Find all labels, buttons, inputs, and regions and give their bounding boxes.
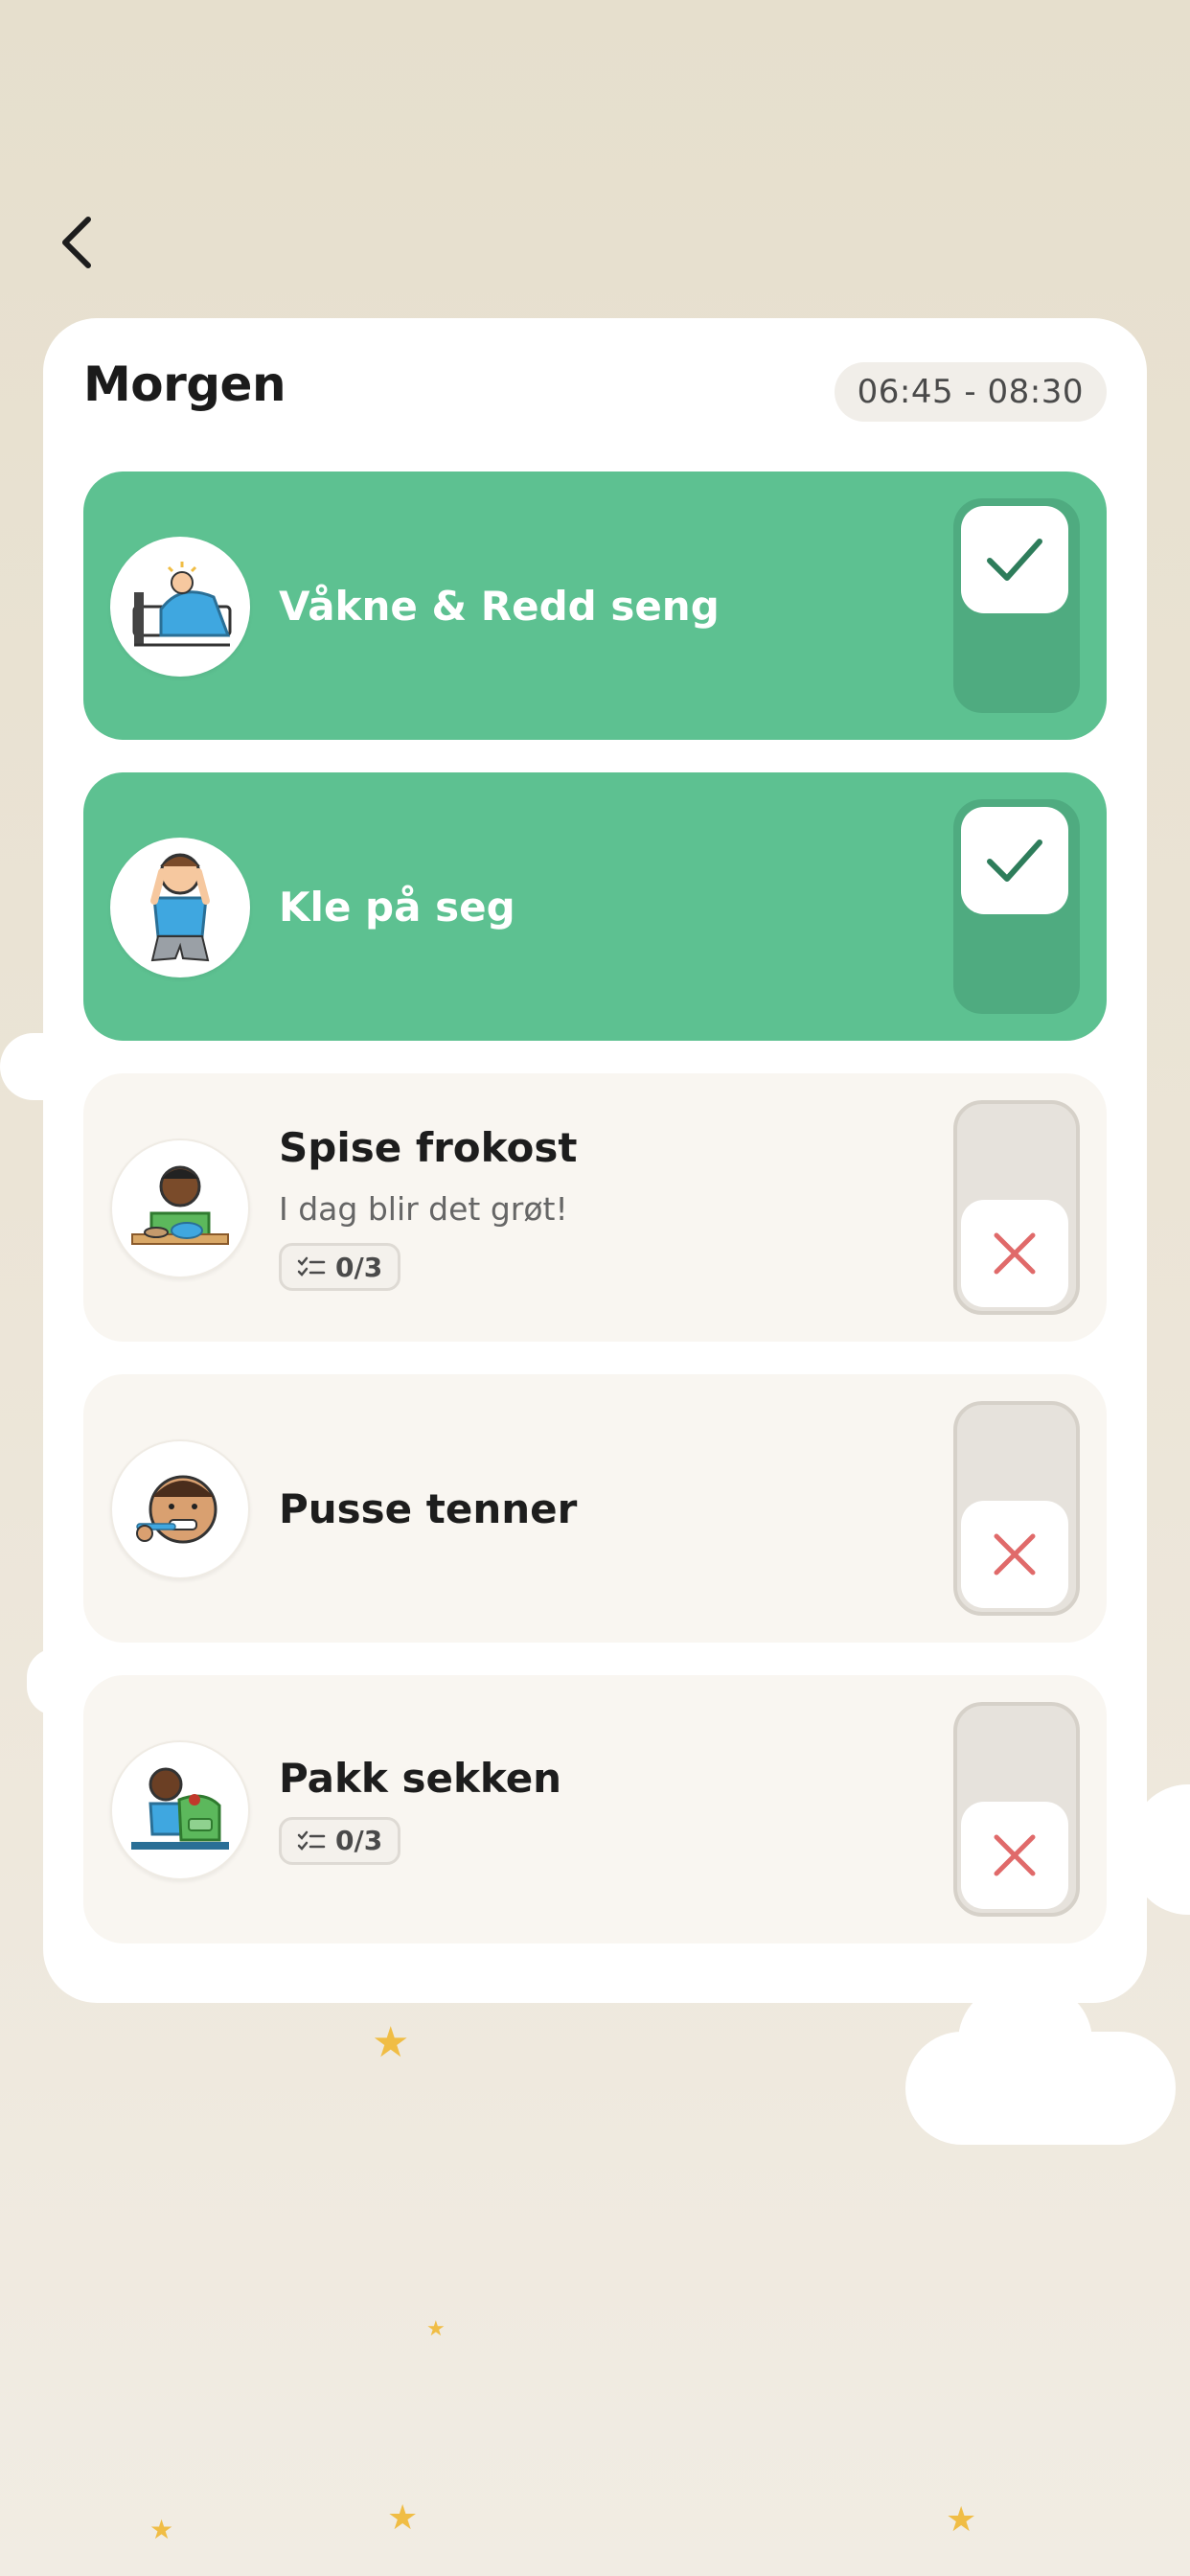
subtask-progress-chip[interactable]: 0/3 <box>279 1816 401 1865</box>
task-complete-toggle[interactable] <box>953 498 1080 713</box>
subtask-progress-text: 0/3 <box>335 1825 383 1856</box>
task-complete-toggle[interactable] <box>953 1702 1080 1917</box>
subtask-progress-text: 0/3 <box>335 1251 383 1283</box>
task-title: Våkne & Redd seng <box>279 582 720 630</box>
eating-breakfast-icon <box>110 1138 250 1278</box>
task-item-pack-bag[interactable]: Pakk sekken 0/3 <box>83 1675 1107 1944</box>
chevron-left-icon <box>62 217 91 268</box>
toggle-knob <box>961 807 1068 914</box>
getting-dressed-icon <box>110 838 250 978</box>
task-title: Pakk sekken <box>279 1754 562 1802</box>
task-item-brush-teeth[interactable]: Pusse tenner <box>83 1374 1107 1643</box>
brushing-teeth-icon <box>110 1439 250 1579</box>
task-title: Pusse tenner <box>279 1484 578 1532</box>
back-button[interactable] <box>48 199 105 286</box>
checkmark-icon <box>987 539 1042 581</box>
close-icon <box>994 1232 1036 1275</box>
toggle-knob <box>961 1501 1068 1608</box>
task-title: Kle på seg <box>279 883 515 931</box>
task-complete-toggle[interactable] <box>953 1401 1080 1616</box>
task-complete-toggle[interactable] <box>953 1100 1080 1315</box>
routine-card: Morgen 06:45 - 08:30 Våkne & Redd seng K… <box>43 318 1147 2003</box>
wake-up-bed-icon <box>110 537 250 677</box>
checkmark-icon <box>987 840 1042 882</box>
close-icon <box>994 1834 1036 1876</box>
time-range-badge: 06:45 - 08:30 <box>834 362 1107 422</box>
toggle-knob <box>961 1200 1068 1307</box>
star-icon: ★ <box>387 2498 419 2538</box>
task-title: Spise frokost <box>279 1124 578 1171</box>
checklist-icon <box>297 1830 326 1851</box>
star-icon: ★ <box>149 2514 174 2545</box>
task-item-wake-up[interactable]: Våkne & Redd seng <box>83 472 1107 740</box>
routine-title: Morgen <box>83 356 286 412</box>
checklist-icon <box>297 1256 326 1276</box>
task-item-get-dressed[interactable]: Kle på seg <box>83 772 1107 1041</box>
task-subtitle: I dag blir det grøt! <box>279 1190 568 1228</box>
packing-bag-icon <box>110 1740 250 1880</box>
task-complete-toggle[interactable] <box>953 799 1080 1014</box>
star-icon: ★ <box>426 2317 446 2341</box>
task-item-breakfast[interactable]: Spise frokost I dag blir det grøt! 0/3 <box>83 1073 1107 1342</box>
star-icon: ★ <box>372 2018 410 2067</box>
star-icon: ★ <box>946 2500 977 2540</box>
subtask-progress-chip[interactable]: 0/3 <box>279 1243 401 1291</box>
toggle-knob <box>961 1802 1068 1909</box>
toggle-knob <box>961 506 1068 613</box>
close-icon <box>994 1533 1036 1576</box>
